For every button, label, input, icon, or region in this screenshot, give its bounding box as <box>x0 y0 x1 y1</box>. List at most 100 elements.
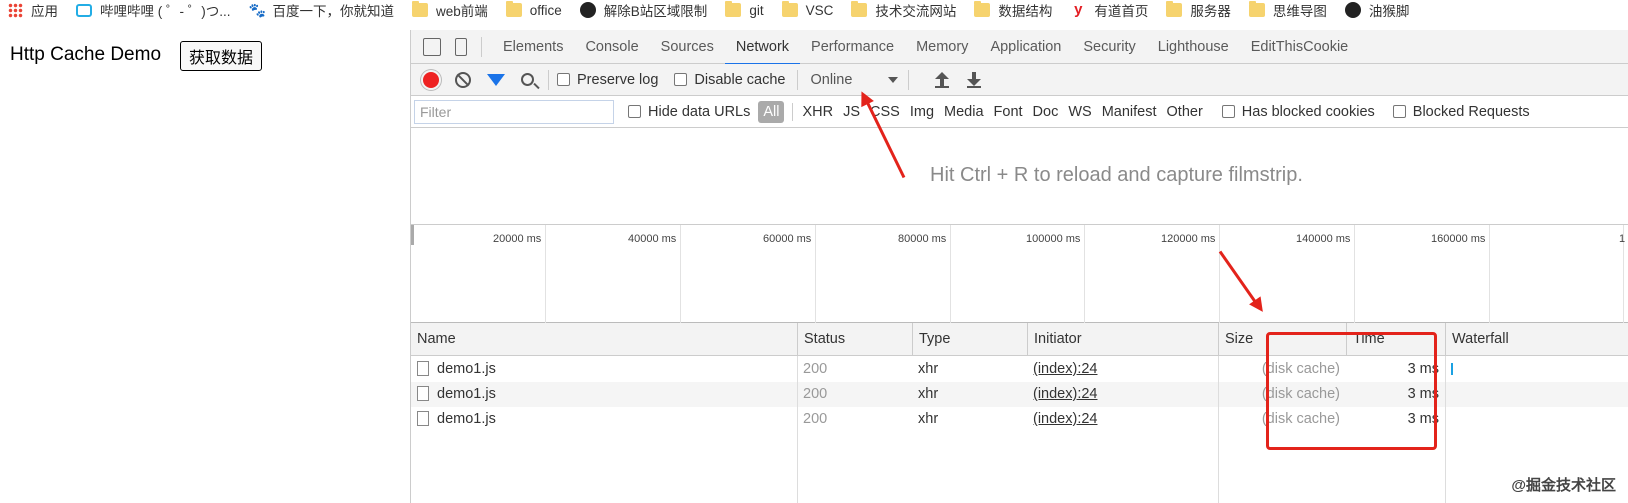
preserve-log-checkbox[interactable]: Preserve log <box>557 72 658 88</box>
file-name: demo1.js <box>437 386 496 402</box>
filmstrip-area: Hit Ctrl + R to reload and capture films… <box>411 128 1628 225</box>
timeline-overview[interactable]: 20000 ms 40000 ms 60000 ms 80000 ms 1000… <box>411 225 1628 323</box>
column-divider <box>1218 356 1219 503</box>
filter-doc[interactable]: Doc <box>1028 101 1064 123</box>
folder-icon <box>851 1 868 17</box>
youdao-icon: y <box>1074 1 1083 18</box>
folder-icon <box>1166 1 1183 17</box>
tab-application[interactable]: Application <box>979 30 1072 64</box>
extension-icon <box>579 2 596 18</box>
export-har-icon[interactable] <box>967 71 982 88</box>
folder-icon <box>725 1 742 17</box>
overview-handle[interactable] <box>411 225 414 245</box>
cell-initiator-link[interactable]: (index):24 <box>1027 382 1218 407</box>
record-icon[interactable] <box>423 71 439 88</box>
filter-manifest[interactable]: Manifest <box>1097 101 1162 123</box>
bookmark-tampermonkey[interactable]: 油猴脚 <box>1337 0 1420 20</box>
tab-security[interactable]: Security <box>1072 30 1146 64</box>
bookmark-youdao[interactable]: y 有道首页 <box>1062 0 1158 20</box>
bookmark-bilibili-unblock[interactable]: 解除B站区域限制 <box>572 0 718 20</box>
bookmark-bilibili[interactable]: 哔哩哔哩 ( ゜- ゜)つ... <box>68 0 241 20</box>
file-icon <box>417 411 429 426</box>
tab-sources[interactable]: Sources <box>650 30 725 64</box>
highlight-box <box>1266 332 1437 450</box>
tab-memory[interactable]: Memory <box>905 30 979 64</box>
apps-icon <box>8 2 23 18</box>
cell-type: xhr <box>918 361 939 377</box>
cell-status: 200 <box>803 386 828 402</box>
cell-type: xhr <box>918 411 939 427</box>
file-icon <box>417 361 429 376</box>
filter-font[interactable]: Font <box>989 101 1028 123</box>
filter-other[interactable]: Other <box>1162 101 1208 123</box>
cell-name: demo1.js <box>411 382 797 407</box>
page-title: Http Cache Demo <box>10 44 162 65</box>
bookmark-git[interactable]: git <box>717 0 773 20</box>
watermark: @掘金技术社区 <box>1511 477 1616 494</box>
tab-lighthouse[interactable]: Lighthouse <box>1147 30 1240 64</box>
tab-editthiscookie[interactable]: EditThisCookie <box>1240 30 1360 64</box>
timeline-tick: 20000 ms <box>493 225 546 323</box>
filter-media[interactable]: Media <box>939 101 989 123</box>
divider <box>548 69 549 90</box>
cell-initiator-link[interactable]: (index):24 <box>1027 407 1218 432</box>
device-toolbar-icon[interactable] <box>455 37 467 56</box>
cell-initiator-link[interactable]: (index):24 <box>1027 357 1218 382</box>
has-blocked-cookies-checkbox[interactable]: Has blocked cookies <box>1221 104 1375 120</box>
divider <box>792 102 794 121</box>
cell-name: demo1.js <box>411 357 797 382</box>
blocked-requests-checkbox[interactable]: Blocked Requests <box>1392 104 1530 120</box>
timeline-tick: 160000 ms <box>1431 225 1490 323</box>
column-status[interactable]: Status <box>797 323 912 356</box>
checkbox-icon[interactable] <box>557 73 570 86</box>
folder-icon <box>412 1 428 17</box>
filter-ws[interactable]: WS <box>1063 101 1096 123</box>
file-icon <box>417 386 429 401</box>
hide-data-urls-checkbox[interactable]: Hide data URLs <box>628 104 750 120</box>
bookmark-apps[interactable]: 应用 <box>0 0 68 20</box>
search-icon[interactable] <box>521 73 534 86</box>
fetch-data-button[interactable]: 获取数据 <box>180 41 263 71</box>
bookmark-tech[interactable]: 技术交流网站 <box>843 0 966 20</box>
tab-console[interactable]: Console <box>574 30 649 64</box>
disable-cache-checkbox[interactable]: Disable cache <box>674 72 785 88</box>
checkbox-icon[interactable] <box>674 73 688 86</box>
bookmark-web[interactable]: web前端 <box>404 0 498 20</box>
column-waterfall[interactable]: Waterfall <box>1445 323 1628 356</box>
filter-input[interactable] <box>414 99 614 124</box>
filter-bar: Hide data URLs All XHR JS CSS Img Media … <box>411 96 1628 128</box>
column-initiator[interactable]: Initiator <box>1027 323 1218 356</box>
folder-icon <box>1248 1 1265 17</box>
tab-network[interactable]: Network <box>724 30 801 65</box>
clear-icon[interactable] <box>455 71 471 88</box>
waterfall-bar <box>1451 363 1453 375</box>
folder-icon <box>505 1 522 17</box>
bookmark-ds[interactable]: 数据结构 <box>966 0 1062 20</box>
baidu-icon: 🐾 <box>248 2 266 18</box>
tab-elements[interactable]: Elements <box>492 30 574 64</box>
filter-icon[interactable] <box>487 73 505 86</box>
divider <box>481 36 482 57</box>
bookmark-server[interactable]: 服务器 <box>1158 0 1241 20</box>
bookmarks-bar: 应用 哔哩哔哩 ( ゜- ゜)つ... 🐾 百度一下，你就知道 web前端 off… <box>0 0 1628 20</box>
filter-all[interactable]: All <box>758 100 785 123</box>
column-divider <box>797 356 798 503</box>
checkbox-icon[interactable] <box>1221 105 1235 118</box>
inspect-element-icon[interactable] <box>423 37 441 56</box>
bookmark-office[interactable]: office <box>498 0 572 20</box>
column-type[interactable]: Type <box>912 323 1027 356</box>
bookmark-mindmap[interactable]: 思维导图 <box>1241 0 1337 20</box>
tab-performance[interactable]: Performance <box>800 30 905 64</box>
throttle-select[interactable]: Online <box>806 72 899 88</box>
filter-xhr[interactable]: XHR <box>797 101 838 123</box>
column-name[interactable]: Name <box>411 323 797 356</box>
bookmark-vsc[interactable]: VSC <box>774 0 844 20</box>
divider <box>797 69 799 90</box>
checkbox-icon[interactable] <box>628 105 641 118</box>
bookmark-baidu[interactable]: 🐾 百度一下，你就知道 <box>241 0 405 20</box>
filter-img[interactable]: Img <box>905 101 939 123</box>
cell-status: 200 <box>803 361 828 377</box>
cell-status: 200 <box>803 411 828 427</box>
import-har-icon[interactable] <box>935 71 950 88</box>
checkbox-icon[interactable] <box>1392 105 1406 118</box>
